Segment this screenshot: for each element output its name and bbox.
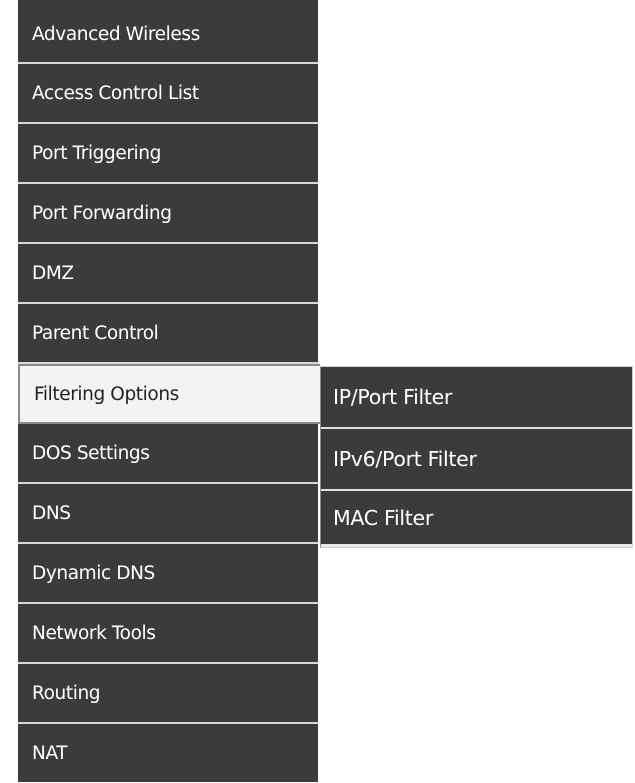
submenu-item-ipv6-port-filter[interactable]: IPv6/Port Filter	[321, 429, 632, 491]
sidebar-item-filtering-options[interactable]: Filtering Options	[18, 364, 320, 424]
sidebar-item-dmz[interactable]: DMZ	[18, 244, 318, 304]
sidebar-menu: Advanced Wireless Access Control List Po…	[18, 0, 320, 782]
sidebar-item-port-forwarding[interactable]: Port Forwarding	[18, 184, 318, 244]
sidebar-item-dynamic-dns[interactable]: Dynamic DNS	[18, 544, 318, 604]
sidebar-item-routing[interactable]: Routing	[18, 664, 318, 724]
sidebar-item-nat[interactable]: NAT	[18, 724, 318, 782]
submenu-item-ip-port-filter[interactable]: IP/Port Filter	[321, 367, 632, 429]
sidebar-item-network-tools[interactable]: Network Tools	[18, 604, 318, 664]
sidebar-item-dos-settings[interactable]: DOS Settings	[18, 424, 318, 484]
sidebar-item-dns[interactable]: DNS	[18, 484, 318, 544]
sidebar-item-parent-control[interactable]: Parent Control	[18, 304, 318, 364]
sidebar-item-access-control-list[interactable]: Access Control List	[18, 64, 318, 124]
filtering-options-submenu: IP/Port Filter IPv6/Port Filter MAC Filt…	[320, 366, 633, 548]
sidebar-item-port-triggering[interactable]: Port Triggering	[18, 124, 318, 184]
submenu-item-mac-filter[interactable]: MAC Filter	[321, 491, 632, 547]
sidebar-item-advanced-wireless[interactable]: Advanced Wireless	[18, 0, 318, 64]
